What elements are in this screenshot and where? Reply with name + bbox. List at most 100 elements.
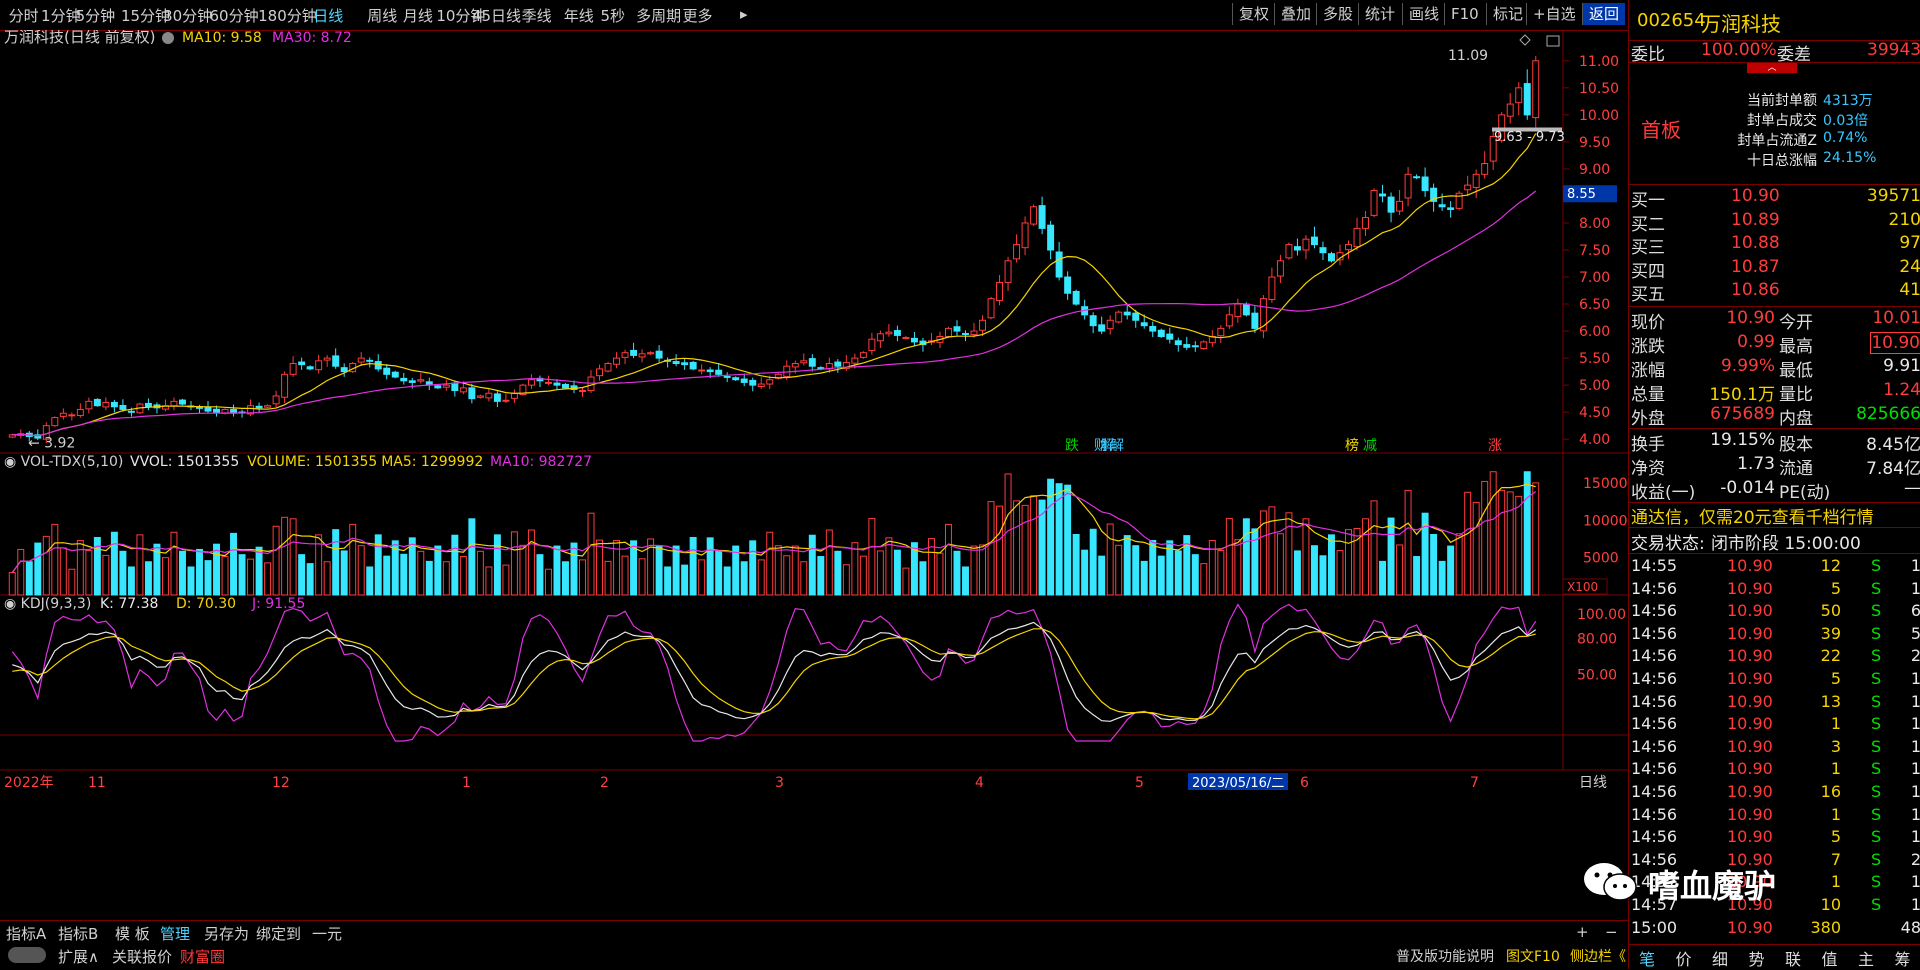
price-tick-label: 11.00 bbox=[1579, 54, 1619, 70]
quote-bottom-tab[interactable]: 细 bbox=[1702, 946, 1738, 970]
extension-tab[interactable]: 关联报价 bbox=[112, 946, 172, 967]
volume-bar bbox=[843, 565, 849, 595]
candle-body bbox=[554, 383, 560, 385]
tick-volume: 50 bbox=[1789, 601, 1841, 620]
volume-bar bbox=[733, 546, 739, 595]
tick-volume: 5 bbox=[1789, 669, 1841, 688]
period-tab[interactable]: 月线 bbox=[403, 5, 433, 26]
indicator-bottom-bar: 指标A 指标B 模 板管理另存为绑定到一元扩展∧ 关联报价财富圈 普及版功能说明图文F1… bbox=[0, 920, 1628, 970]
bottom-right-link[interactable]: 普及版功能说明 bbox=[1396, 946, 1494, 966]
period-toolbar: 分时1分钟5分钟15分钟30分钟60分钟180分钟日线周线月线10分钟45日线季… bbox=[0, 0, 1628, 31]
period-tab[interactable]: 45日线 bbox=[472, 5, 521, 26]
candle-body bbox=[1124, 312, 1130, 315]
quote-bottom-tab[interactable]: 势 bbox=[1739, 946, 1775, 970]
quote-bottom-tab[interactable]: 笔 bbox=[1629, 946, 1665, 970]
indicator-tab[interactable]: 指标A bbox=[6, 923, 46, 944]
volume-bar bbox=[1414, 557, 1420, 595]
promo-link[interactable]: 通达信，仅需20元查看千档行情 bbox=[1631, 503, 1874, 528]
tick-count: 1 bbox=[1911, 759, 1920, 778]
period-tab[interactable]: 多周期 bbox=[636, 5, 681, 26]
volume-bar bbox=[1294, 551, 1300, 595]
zoom-out-icon[interactable]: − bbox=[1605, 923, 1618, 941]
toolbar-button[interactable]: 标记 bbox=[1486, 3, 1529, 25]
tick-price: 10.90 bbox=[1727, 579, 1773, 598]
toolbar-button[interactable]: F10 bbox=[1444, 3, 1485, 25]
event-tag: 跌 bbox=[1065, 438, 1079, 454]
indicator-tab[interactable]: 绑定到 bbox=[256, 923, 301, 944]
indicator-tab[interactable]: 模 板 bbox=[115, 923, 150, 944]
volume-bar bbox=[35, 543, 41, 595]
period-tab[interactable]: 5分钟 bbox=[76, 5, 116, 26]
indicator-tab[interactable]: 指标B bbox=[58, 923, 98, 944]
period-tab[interactable]: 季线 bbox=[522, 5, 552, 26]
volume-bar bbox=[580, 560, 586, 595]
toolbar-button[interactable]: +自选 bbox=[1526, 3, 1582, 25]
candle-body bbox=[1243, 304, 1249, 315]
period-tab[interactable]: 60分钟 bbox=[210, 5, 259, 26]
stat-value: 10.90 bbox=[1709, 308, 1775, 328]
candle-body bbox=[1320, 248, 1326, 253]
candle-body bbox=[1439, 205, 1445, 207]
candle-body bbox=[877, 334, 883, 341]
toolbar-button[interactable]: 复权 bbox=[1232, 3, 1275, 25]
date-label: 3 bbox=[775, 775, 784, 791]
period-tab[interactable]: 周线 bbox=[367, 5, 397, 26]
period-tab[interactable]: 年线 bbox=[564, 5, 594, 26]
period-tab[interactable]: 更多 bbox=[683, 5, 713, 26]
toolbar-button[interactable]: 多股 bbox=[1316, 3, 1359, 25]
volume-bar bbox=[418, 551, 424, 595]
trade-status: 闭市阶段 15:00:00 bbox=[1711, 529, 1861, 554]
indicator-tab[interactable]: 一元 bbox=[312, 923, 342, 944]
candle-body bbox=[469, 388, 475, 399]
period-tab[interactable]: 180分钟 bbox=[258, 5, 317, 26]
bottom-right-link[interactable]: 侧边栏《 bbox=[1570, 946, 1626, 966]
zoom-in-icon[interactable]: + bbox=[1576, 923, 1589, 941]
bid-volume: 210 bbox=[1889, 210, 1920, 230]
toolbar-button[interactable]: 统计 bbox=[1358, 3, 1401, 25]
volume-bar bbox=[367, 567, 373, 595]
volume-bar bbox=[494, 535, 500, 595]
candle-body bbox=[605, 364, 611, 372]
extension-tab[interactable]: 扩展∧ bbox=[58, 946, 99, 967]
chart-canvas[interactable]: 万润科技(日线 前复权)MA10: 9.58MA30: 8.7211.0010.… bbox=[0, 30, 1628, 920]
quote-bottom-tab[interactable]: 联 bbox=[1775, 946, 1811, 970]
extension-tab[interactable]: 财富圈 bbox=[180, 946, 225, 967]
tick-side: S bbox=[1871, 827, 1881, 846]
volume-bar bbox=[1082, 550, 1088, 595]
toolbar-button[interactable]: 返回 bbox=[1582, 3, 1625, 25]
candle-body bbox=[94, 399, 100, 405]
toggle-switch[interactable] bbox=[8, 947, 46, 963]
indicator-tab[interactable]: 另存为 bbox=[204, 923, 249, 944]
tick-time: 15:00 bbox=[1631, 918, 1677, 937]
collapse-tab[interactable]: ︿ bbox=[1747, 63, 1797, 73]
candle-body bbox=[1048, 225, 1054, 250]
vol-tick-label: 5000 bbox=[1583, 551, 1619, 567]
period-tab[interactable]: 日线 bbox=[313, 5, 343, 26]
quote-bottom-tab[interactable]: 值 bbox=[1812, 946, 1848, 970]
quote-bottom-tab[interactable]: 筹 bbox=[1885, 946, 1920, 970]
price-tick-label: 6.50 bbox=[1579, 297, 1610, 313]
tick-count: 1 bbox=[1911, 714, 1920, 733]
indicator-tab[interactable]: 管理 bbox=[160, 923, 190, 944]
toolbar-button[interactable]: 画线 bbox=[1402, 3, 1445, 25]
kline-chart[interactable]: 万润科技(日线 前复权)MA10: 9.58MA30: 8.7211.0010.… bbox=[0, 30, 1628, 920]
candle-body bbox=[401, 378, 407, 380]
toolbar-button[interactable]: 叠加 bbox=[1274, 3, 1317, 25]
candle-body bbox=[282, 374, 288, 397]
watermark-text: 嗜血魔驴 bbox=[1648, 861, 1776, 907]
tick-count: 1 bbox=[1911, 556, 1920, 575]
period-tab[interactable]: 分时 bbox=[9, 5, 39, 26]
quote-bottom-tab[interactable]: 主 bbox=[1848, 946, 1884, 970]
tick-side: S bbox=[1871, 601, 1881, 620]
volume-bar bbox=[716, 551, 722, 595]
volume-bar bbox=[239, 555, 245, 595]
more-arrow-icon[interactable]: ▸ bbox=[740, 5, 748, 23]
period-tab[interactable]: 30分钟 bbox=[163, 5, 212, 26]
quote-bottom-tab[interactable]: 价 bbox=[1666, 946, 1702, 970]
bottom-right-link[interactable]: 图文F10 bbox=[1506, 946, 1560, 966]
period-tab[interactable]: 5秒 bbox=[600, 5, 625, 26]
candle-body bbox=[997, 282, 1003, 300]
candle-body bbox=[1005, 261, 1011, 283]
tick-volume: 16 bbox=[1789, 782, 1841, 801]
volume-bar bbox=[665, 567, 671, 595]
